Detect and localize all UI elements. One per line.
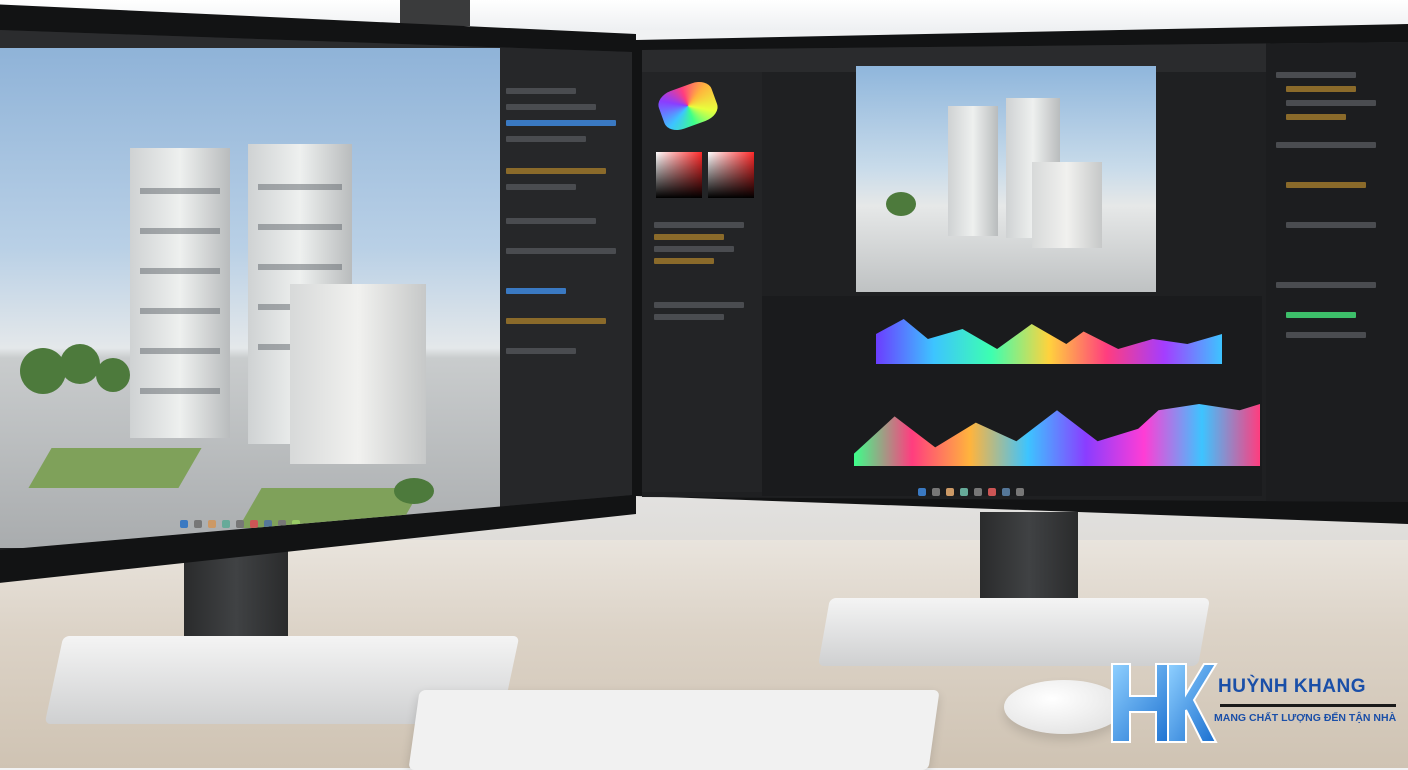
wall-shelf bbox=[400, 0, 470, 26]
color-picker-swatch[interactable] bbox=[656, 152, 702, 198]
color-picker-swatch[interactable] bbox=[708, 152, 754, 198]
lawn bbox=[28, 448, 202, 488]
tree bbox=[394, 478, 434, 504]
3d-viewport[interactable] bbox=[0, 48, 500, 548]
color-panel[interactable] bbox=[642, 72, 762, 492]
waveform-track bbox=[854, 404, 1260, 466]
tree bbox=[96, 358, 130, 392]
tree bbox=[20, 348, 66, 394]
right-taskbar[interactable] bbox=[918, 488, 1024, 496]
tree bbox=[60, 344, 100, 384]
brand-logo: HUỲNH KHANG MANG CHẤT LƯỢNG ĐẾN TẬN NHÀ bbox=[1108, 660, 1398, 750]
waveform-track bbox=[876, 319, 1222, 364]
mouse bbox=[1004, 680, 1124, 734]
keyboard bbox=[408, 690, 940, 770]
brand-tagline: MANG CHẤT LƯỢNG ĐẾN TẬN NHÀ bbox=[1214, 712, 1397, 724]
left-screen bbox=[0, 30, 632, 550]
properties-panel[interactable] bbox=[500, 48, 632, 548]
brand-name: HUỲNH KHANG bbox=[1218, 676, 1366, 697]
render-preview bbox=[856, 66, 1156, 292]
right-screen bbox=[642, 42, 1408, 502]
timeline-panel[interactable] bbox=[762, 296, 1262, 496]
brand-divider bbox=[1220, 704, 1396, 707]
hk-logo-mark bbox=[1111, 663, 1218, 743]
tower-left bbox=[130, 148, 230, 438]
layers-panel[interactable] bbox=[1266, 42, 1408, 502]
building-annex bbox=[290, 284, 426, 464]
right-monitor-base bbox=[818, 598, 1210, 666]
color-wheel bbox=[654, 77, 722, 135]
